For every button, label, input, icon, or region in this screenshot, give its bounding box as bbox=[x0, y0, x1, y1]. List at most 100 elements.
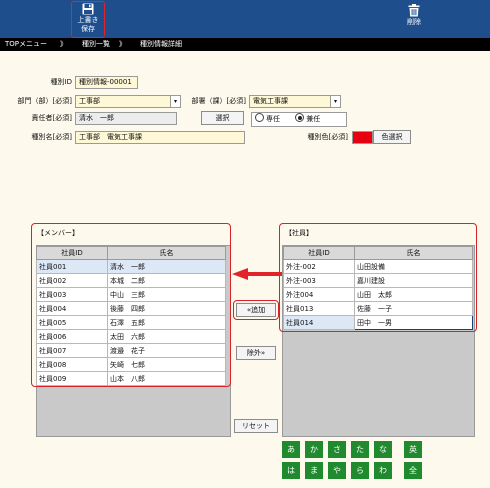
table-row[interactable]: 社員009 山本 八郎 bbox=[36, 371, 226, 386]
employee-id-cell: 社員014 bbox=[283, 315, 355, 330]
type-id-field[interactable]: 種別情報-00001 bbox=[75, 76, 138, 89]
type-name-label: 種別名[必須] bbox=[31, 133, 72, 141]
trash-icon bbox=[408, 4, 420, 17]
chevron-down-icon: ▾ bbox=[170, 96, 180, 107]
employee-name-cell: 山田設備 bbox=[354, 259, 473, 274]
type-name-field[interactable]: 工事部 電気工事課 bbox=[75, 131, 245, 144]
employee-id-cell: 外注-003 bbox=[283, 273, 355, 288]
table-row[interactable]: 社員014 田中 一男 bbox=[283, 315, 473, 330]
employees-table: 社員ID 氏名 外注-002 山田設備 外注-003 嘉川建設 外注004 山田 太郎 社員… bbox=[283, 246, 473, 330]
radio-part-time[interactable]: 兼任 bbox=[295, 113, 320, 123]
table-row[interactable]: 外注004 山田 太郎 bbox=[283, 287, 473, 302]
department-label: 部門（部）[必須] bbox=[17, 97, 72, 105]
chevron-down-icon: ▾ bbox=[330, 96, 340, 107]
members-table: 社員ID 氏名 社員001 清水 一郎 社員002 本城 二郎 社員003 中山 三郎 社員… bbox=[36, 246, 226, 386]
employee-id-cell: 外注-002 bbox=[283, 259, 355, 274]
table-row[interactable]: 社員005 石澤 五郎 bbox=[36, 315, 226, 330]
employee-name-cell: 田中 一男 bbox=[354, 315, 473, 330]
employee-id-cell: 社員002 bbox=[36, 273, 108, 288]
radio-circle-icon bbox=[255, 113, 264, 122]
reset-button[interactable]: リセット bbox=[234, 419, 278, 433]
table-row[interactable]: 外注-003 嘉川建設 bbox=[283, 273, 473, 288]
employee-id-cell: 社員001 bbox=[36, 259, 108, 274]
section-label: 部署（課）[必須] bbox=[191, 97, 246, 105]
kana-filter-button[interactable]: た bbox=[351, 441, 369, 458]
employee-id-cell: 社員009 bbox=[36, 371, 108, 386]
radio-full-time[interactable]: 専任 bbox=[255, 113, 280, 123]
kana-filter-button[interactable]: あ bbox=[282, 441, 300, 458]
radio-selected-icon bbox=[295, 113, 305, 122]
floppy-disk-icon bbox=[82, 3, 94, 15]
table-row[interactable]: 社員001 清水 一郎 bbox=[36, 259, 226, 274]
employee-name-cell: 太田 六郎 bbox=[107, 329, 226, 344]
employee-id-cell: 社員007 bbox=[36, 343, 108, 358]
kana-filter-button[interactable]: な bbox=[374, 441, 392, 458]
employees-col-id: 社員ID bbox=[283, 246, 355, 260]
employee-name-cell: 本城 二郎 bbox=[107, 273, 226, 288]
department-value: 工事部 bbox=[79, 97, 100, 105]
table-row[interactable]: 外注-002 山田設備 bbox=[283, 259, 473, 274]
manager-label: 責任者[必須] bbox=[31, 114, 72, 122]
breadcrumb-type-list[interactable]: 種別一覧 bbox=[82, 38, 110, 51]
employee-id-cell: 社員005 bbox=[36, 315, 108, 330]
manager-select-button[interactable]: 選択 bbox=[201, 111, 244, 125]
table-row[interactable]: 社員007 渡邉 花子 bbox=[36, 343, 226, 358]
assignment-radio-group: 専任 兼任 bbox=[251, 112, 347, 127]
members-panel: 【メンバー】 社員ID 氏名 社員001 清水 一郎 社員002 本城 二郎 社員003… bbox=[31, 223, 231, 387]
members-header-row: 社員ID 氏名 bbox=[36, 246, 226, 260]
table-row[interactable]: 社員008 矢崎 七郎 bbox=[36, 357, 226, 372]
members-col-id: 社員ID bbox=[36, 246, 108, 260]
kana-filter-button[interactable]: か bbox=[305, 441, 323, 458]
table-row[interactable]: 社員002 本城 二郎 bbox=[36, 273, 226, 288]
breadcrumb: TOPメニュー 》 種別一覧 》 種別情報詳細 bbox=[0, 38, 490, 51]
table-row[interactable]: 社員006 太田 六郎 bbox=[36, 329, 226, 344]
employee-id-cell: 外注004 bbox=[283, 287, 355, 302]
color-select-button[interactable]: 色選択 bbox=[373, 130, 411, 144]
employee-name-cell: 山本 八郎 bbox=[107, 371, 226, 386]
breadcrumb-top[interactable]: TOPメニュー bbox=[5, 38, 47, 51]
kana-filter-button[interactable]: ら bbox=[351, 462, 369, 479]
employee-id-cell: 社員003 bbox=[36, 287, 108, 302]
manager-field: 清水 一郎 bbox=[75, 112, 177, 125]
table-row[interactable]: 社員003 中山 三郎 bbox=[36, 287, 226, 302]
employee-id-cell: 社員006 bbox=[36, 329, 108, 344]
breadcrumb-separator: 》 bbox=[60, 40, 67, 48]
employee-id-cell: 社員004 bbox=[36, 301, 108, 316]
add-button[interactable]: «追加 bbox=[236, 303, 276, 317]
employee-name-cell: 山田 太郎 bbox=[354, 287, 473, 302]
department-select[interactable]: 工事部 ▾ bbox=[75, 95, 181, 108]
employee-name-cell: 渡邉 花子 bbox=[107, 343, 226, 358]
employee-name-cell: 清水 一郎 bbox=[107, 259, 226, 274]
employees-col-name: 氏名 bbox=[354, 246, 473, 260]
employee-name-cell: 矢崎 七郎 bbox=[107, 357, 226, 372]
kana-filter-button[interactable]: ま bbox=[305, 462, 323, 479]
save-label-1: 上書き bbox=[77, 16, 99, 24]
members-title: 【メンバー】 bbox=[37, 229, 79, 237]
kana-filter-all[interactable]: 全 bbox=[404, 462, 422, 479]
kana-filter-alpha[interactable]: 英 bbox=[404, 441, 422, 458]
save-button[interactable]: 上書き 保存 bbox=[74, 3, 102, 34]
kana-filter-button[interactable]: わ bbox=[374, 462, 392, 479]
kana-filter-button[interactable]: さ bbox=[328, 441, 346, 458]
save-label-2: 保存 bbox=[81, 25, 95, 33]
section-value: 電気工事課 bbox=[253, 97, 288, 105]
section-select[interactable]: 電気工事課 ▾ bbox=[249, 95, 341, 108]
table-row[interactable]: 社員013 佐藤 一子 bbox=[283, 301, 473, 316]
kana-filter-button[interactable]: や bbox=[328, 462, 346, 479]
breadcrumb-type-detail: 種別情報詳細 bbox=[140, 40, 182, 48]
type-color-label: 種別色[必須] bbox=[307, 133, 348, 141]
delete-label: 削除 bbox=[407, 18, 421, 26]
breadcrumb-separator: 》 bbox=[119, 40, 126, 48]
employee-name-cell: 中山 三郎 bbox=[107, 287, 226, 302]
employee-id-cell: 社員013 bbox=[283, 301, 355, 316]
remove-button[interactable]: 除外» bbox=[236, 346, 276, 360]
delete-button[interactable]: 削除 bbox=[400, 4, 428, 27]
members-col-name: 氏名 bbox=[107, 246, 226, 260]
employee-name-cell: 石澤 五郎 bbox=[107, 315, 226, 330]
employees-panel: 【社員】 社員ID 氏名 外注-002 山田設備 外注-003 嘉川建設 外注004 山田… bbox=[279, 223, 477, 332]
employees-header-row: 社員ID 氏名 bbox=[283, 246, 473, 260]
table-row[interactable]: 社員004 後藤 四郎 bbox=[36, 301, 226, 316]
type-color-swatch bbox=[352, 131, 373, 144]
kana-filter-button[interactable]: は bbox=[282, 462, 300, 479]
transfer-arrow-icon bbox=[232, 268, 282, 280]
